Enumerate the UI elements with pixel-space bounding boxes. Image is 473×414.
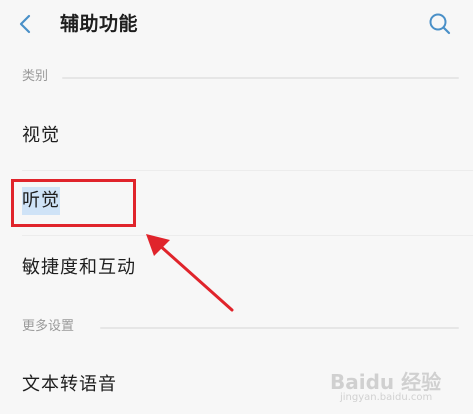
list-item-vision[interactable]: 视觉: [0, 106, 473, 170]
list-item-label: 视觉: [22, 125, 60, 146]
search-icon: [429, 13, 451, 35]
list-item-label: 敏捷度和互动: [22, 257, 136, 278]
section-divider: [100, 327, 459, 329]
section-label: 更多设置: [22, 319, 75, 334]
accessibility-settings-screen: 辅助功能 类别 视觉 听觉 敏捷度和互动 更多设置 文本转语音 Baidu 经验…: [0, 0, 473, 414]
section-divider: [62, 77, 459, 79]
chevron-left-icon: [19, 14, 31, 34]
arrow-icon: [146, 234, 234, 312]
back-button[interactable]: [14, 11, 38, 37]
section-label: 类别: [22, 69, 49, 84]
search-button[interactable]: [427, 11, 453, 37]
watermark-subtext: jingyan.baidu.com: [340, 392, 433, 403]
watermark-text: Baidu 经验: [330, 370, 442, 394]
app-header: 辅助功能: [0, 0, 473, 50]
list-item-label: 文本转语音: [22, 374, 117, 395]
section-header-category: 类别: [0, 67, 473, 87]
page-title: 辅助功能: [60, 13, 139, 35]
watermark-logo: Baidu 经验 jingyan.baidu.com: [330, 360, 470, 410]
highlight-box: [11, 179, 136, 227]
section-header-more-settings: 更多设置: [0, 317, 473, 337]
